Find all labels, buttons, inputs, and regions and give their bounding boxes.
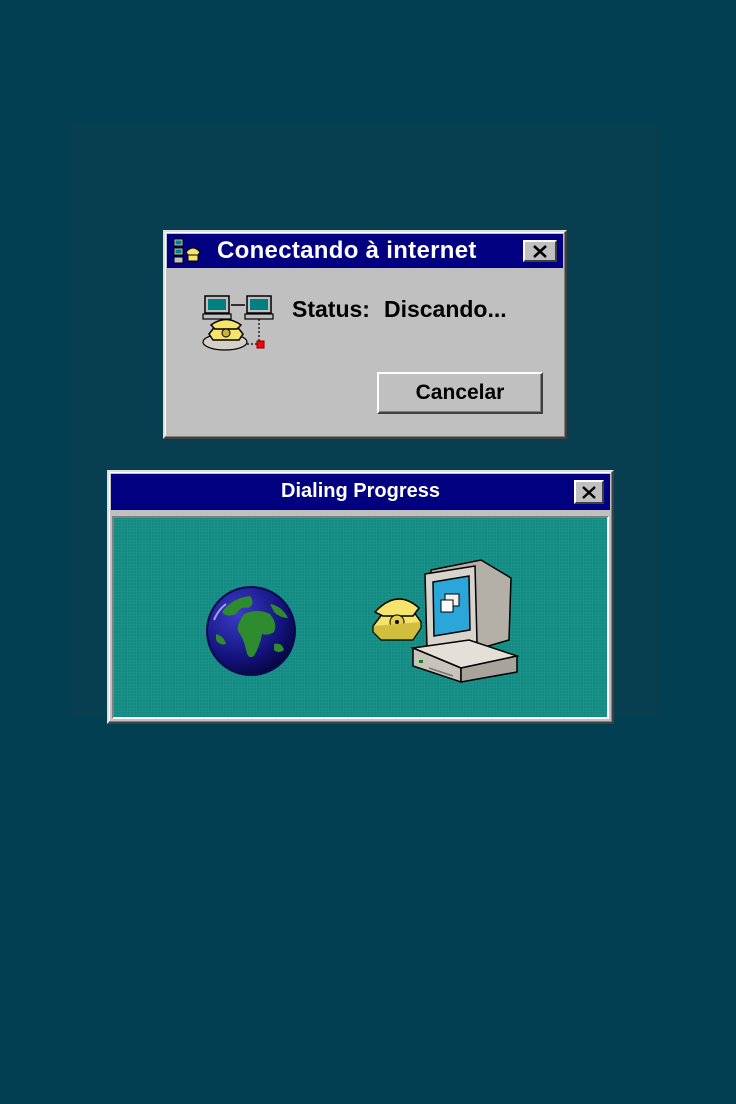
status-value: Discando... bbox=[383, 296, 507, 322]
status-row: Status: Discando... bbox=[292, 296, 507, 323]
close-icon bbox=[582, 485, 596, 499]
dialing-animation-panel bbox=[112, 516, 609, 719]
dialing-progress-title: Dialing Progress bbox=[281, 480, 440, 502]
close-icon bbox=[533, 244, 547, 258]
close-button[interactable] bbox=[523, 240, 557, 262]
computer-phone-icon bbox=[372, 559, 520, 684]
dial-up-networking-icon bbox=[173, 238, 201, 264]
dialing-progress-titlebar[interactable]: Dialing Progress bbox=[111, 474, 610, 510]
globe-icon bbox=[206, 586, 296, 676]
close-button[interactable] bbox=[574, 480, 604, 504]
status-label: Status: bbox=[292, 296, 370, 322]
network-connection-icon bbox=[202, 295, 274, 351]
dialing-progress-dialog: Dialing Progress bbox=[107, 470, 614, 724]
connecting-dialog-title: Conectando à internet bbox=[217, 237, 477, 264]
connecting-dialog: Conectando à internet Status: Discando..… bbox=[163, 230, 567, 439]
cancel-button[interactable]: Cancelar bbox=[377, 372, 543, 414]
connecting-dialog-titlebar[interactable]: Conectando à internet bbox=[167, 234, 563, 268]
